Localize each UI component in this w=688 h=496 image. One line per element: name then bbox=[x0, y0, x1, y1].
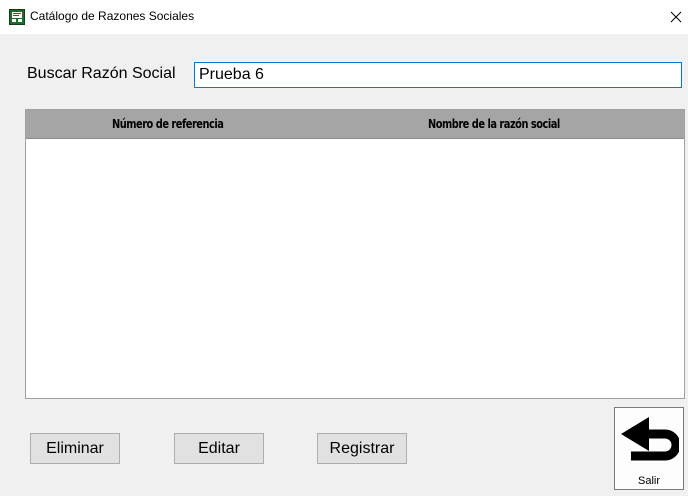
column-header-reference-number[interactable]: Número de referencia bbox=[112, 110, 224, 138]
search-input[interactable] bbox=[194, 62, 682, 88]
close-button[interactable] bbox=[664, 5, 688, 29]
app-catalog-icon bbox=[9, 9, 25, 25]
app-window: Catálogo de Razones Sociales Buscar Razó… bbox=[0, 0, 688, 496]
return-arrow-icon bbox=[619, 414, 681, 477]
close-icon bbox=[670, 11, 682, 23]
edit-button[interactable]: Editar bbox=[174, 433, 264, 464]
table-header: Número de referencia Nombre de la razón … bbox=[26, 110, 684, 139]
title-bar: Catálogo de Razones Sociales bbox=[0, 0, 688, 34]
register-button[interactable]: Registrar bbox=[317, 433, 407, 464]
search-label: Buscar Razón Social bbox=[27, 65, 176, 82]
delete-button[interactable]: Eliminar bbox=[30, 433, 120, 464]
exit-label: Salir bbox=[637, 475, 660, 487]
window-title: Catálogo de Razones Sociales bbox=[30, 9, 195, 23]
column-header-business-name[interactable]: Nombre de la razón social bbox=[428, 110, 560, 138]
exit-button[interactable]: Salir bbox=[614, 407, 684, 490]
razones-sociales-table[interactable]: Número de referencia Nombre de la razón … bbox=[25, 109, 685, 399]
